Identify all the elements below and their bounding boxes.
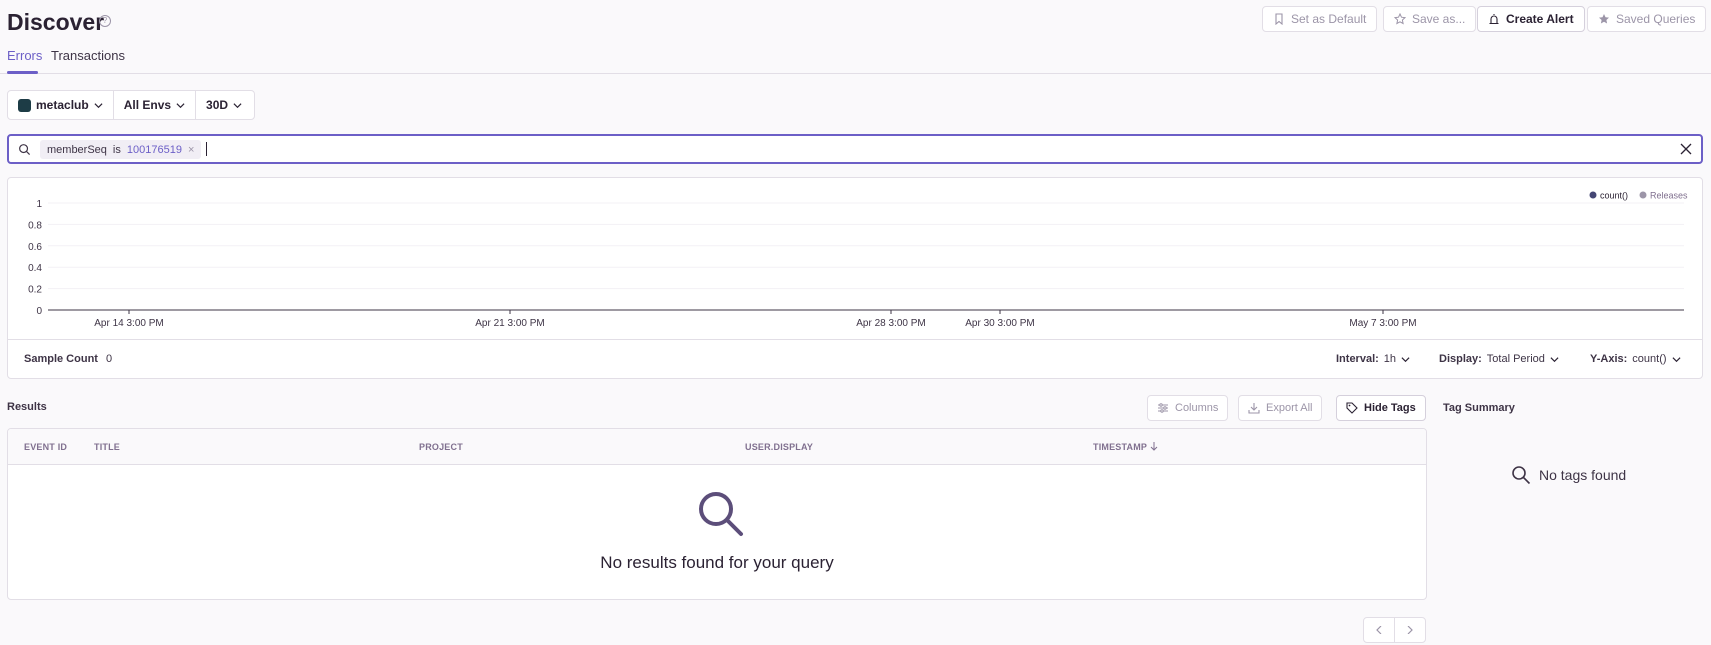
hide-tags-label: Hide Tags: [1364, 402, 1416, 414]
interval-value: 1h: [1383, 353, 1397, 365]
project-avatar: [18, 98, 31, 112]
set-as-default-label: Set as Default: [1291, 12, 1367, 26]
chevron-down-icon: [1550, 356, 1559, 362]
chevron-down-icon: [1672, 356, 1681, 362]
close-icon[interactable]: [1680, 143, 1692, 155]
page-header: Discover ? Set as Default Save as... Cre…: [0, 0, 1711, 74]
timestamp-label: TIMESTAMP: [1093, 442, 1147, 452]
search-bar[interactable]: memberSeq is 100176519 ×: [7, 134, 1703, 164]
date-range-selector[interactable]: 30D: [196, 91, 252, 119]
legend-marker: [1639, 191, 1647, 199]
download-icon: [1248, 403, 1260, 414]
export-all-button[interactable]: Export All: [1238, 395, 1323, 421]
search-icon: [1512, 466, 1531, 485]
display-label: Display:: [1439, 353, 1482, 365]
bookmark-icon: [1275, 13, 1283, 25]
interval-selector[interactable]: Interval: 1h: [1336, 353, 1410, 365]
token-operator: is: [112, 143, 121, 156]
chevron-down-icon: [176, 102, 185, 108]
environment-label: All Envs: [123, 98, 172, 112]
create-alert-label: Create Alert: [1506, 12, 1574, 26]
columns-label: Columns: [1175, 402, 1219, 414]
next-page-button[interactable]: [1394, 617, 1426, 643]
chevron-down-icon: [1401, 356, 1410, 362]
token-value[interactable]: 100176519: [127, 144, 182, 156]
legend-marker: [1589, 191, 1597, 199]
sample-count-value: 0: [106, 353, 113, 365]
hide-tags-button[interactable]: Hide Tags: [1336, 395, 1426, 421]
y-tick-label: 0.8: [28, 220, 42, 231]
column-header-project[interactable]: PROJECT: [419, 442, 463, 452]
save-as-button[interactable]: Save as...: [1383, 6, 1477, 32]
star-filled-icon: [1599, 14, 1609, 24]
y-tick-label: 0.2: [28, 285, 42, 296]
y-tick-label: 1: [36, 199, 42, 210]
chevron-right-icon: [1407, 626, 1413, 634]
no-tags-message: No tags found: [1511, 465, 1626, 485]
y-axis-selector[interactable]: Y-Axis: count(): [1590, 353, 1681, 365]
y-axis-label: Y-Axis:: [1590, 353, 1628, 365]
columns-button[interactable]: Columns: [1147, 395, 1229, 421]
chevron-down-icon: [94, 102, 103, 108]
token-remove-icon[interactable]: ×: [188, 144, 194, 156]
arrow-down-icon: [1150, 442, 1158, 451]
token-key: memberSeq: [47, 143, 107, 156]
legend-label: count(): [1600, 191, 1628, 201]
chart-panel: 0 0.2 0.4 0.6 0.8 1 Apr 14 3:00 PM Apr 21 3:00 …: [7, 177, 1703, 379]
y-tick-label: 0.4: [28, 263, 42, 274]
empty-results-message: No results found for your query: [600, 553, 834, 572]
x-tick-label: Apr 21 3:00 PM: [475, 318, 544, 329]
export-all-label: Export All: [1266, 402, 1313, 414]
saved-queries-label: Saved Queries: [1616, 12, 1696, 26]
sliders-icon: [1158, 403, 1168, 413]
column-header-timestamp[interactable]: TIMESTAMP: [1093, 442, 1158, 452]
saved-queries-button[interactable]: Saved Queries: [1587, 6, 1707, 32]
chevron-down-icon: [233, 102, 242, 108]
x-tick-label: Apr 28 3:00 PM: [856, 318, 925, 329]
page-filter-bar: metaclub All Envs 30D: [7, 90, 255, 120]
tab-errors[interactable]: Errors: [7, 48, 42, 63]
display-value: Total Period: [1486, 353, 1545, 365]
active-tab-indicator: [7, 71, 38, 74]
date-range-label: 30D: [206, 98, 229, 112]
tag-summary-title: Tag Summary: [1443, 402, 1515, 414]
results-title: Results: [7, 401, 47, 413]
search-icon: [699, 492, 743, 536]
project-selector[interactable]: metaclub: [8, 91, 114, 119]
x-tick-label: Apr 30 3:00 PM: [965, 318, 1034, 329]
search-icon: [19, 144, 31, 156]
event-chart: 0 0.2 0.4 0.6 0.8 1 Apr 14 3:00 PM Apr 21 3:00 …: [28, 191, 1688, 330]
tag-icon: [1346, 402, 1358, 414]
column-header-user-display[interactable]: USER.DISPLAY: [745, 442, 813, 452]
y-tick-label: 0: [36, 306, 42, 317]
no-tags-text: No tags found: [1539, 467, 1627, 483]
x-tick-label: Apr 14 3:00 PM: [94, 318, 163, 329]
siren-icon: [1489, 14, 1499, 25]
column-header-title[interactable]: TITLE: [94, 442, 120, 452]
chart-footer: Sample Count 0 Interval: 1h Display: Tot…: [8, 339, 1702, 379]
legend-label: Releases: [1650, 191, 1688, 201]
chevron-left-icon: [1376, 626, 1382, 634]
y-axis-value: count(): [1632, 353, 1667, 365]
display-selector[interactable]: Display: Total Period: [1439, 353, 1559, 365]
environment-selector[interactable]: All Envs: [114, 91, 197, 119]
set-as-default-button[interactable]: Set as Default: [1262, 6, 1378, 32]
column-header-event-id[interactable]: EVENT ID: [24, 442, 67, 452]
project-label: metaclub: [36, 98, 89, 112]
interval-label: Interval:: [1336, 353, 1379, 365]
search-token[interactable]: memberSeq is 100176519 ×: [40, 140, 202, 159]
star-icon: [1394, 13, 1406, 25]
results-table: EVENT ID TITLE PROJECT USER.DISPLAY TIME…: [7, 428, 1427, 600]
tab-transactions[interactable]: Transactions: [51, 48, 125, 63]
question-circle-icon[interactable]: ?: [99, 15, 111, 27]
create-alert-button[interactable]: Create Alert: [1477, 6, 1585, 32]
text-cursor: [206, 142, 207, 156]
page-title: Discover: [7, 9, 105, 35]
y-tick-label: 0.6: [28, 242, 42, 253]
save-as-label: Save as...: [1412, 12, 1466, 26]
previous-page-button[interactable]: [1363, 617, 1395, 643]
sample-count-label: Sample Count: [24, 353, 98, 365]
table-header: EVENT ID TITLE PROJECT USER.DISPLAY TIME…: [8, 429, 1426, 465]
x-tick-label: May 7 3:00 PM: [1349, 318, 1416, 329]
